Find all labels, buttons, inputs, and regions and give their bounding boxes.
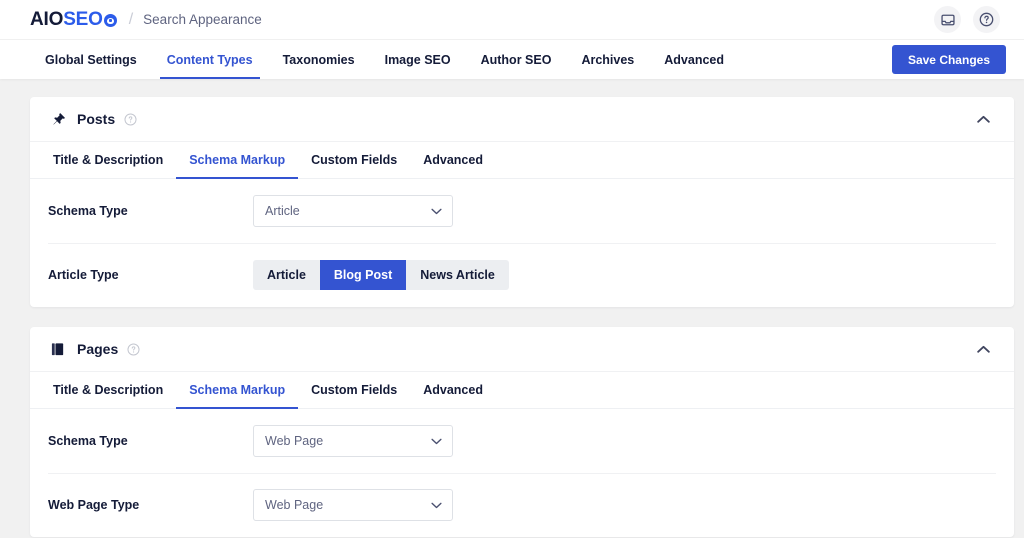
- pages-card-title: Pages: [77, 341, 118, 357]
- pages-web-page-type-control: Web Page: [253, 489, 996, 521]
- posts-help-icon[interactable]: [124, 113, 137, 126]
- posts-card-header: Posts: [30, 97, 1014, 142]
- nav-tab-label: Content Types: [167, 53, 253, 67]
- logo-text-aio: AIO: [30, 9, 63, 31]
- inner-tab-label: Schema Markup: [189, 383, 285, 397]
- logo-text-seo: SEO: [63, 9, 103, 31]
- breadcrumb-separator: /: [129, 11, 133, 29]
- nav-tab-label: Global Settings: [45, 53, 137, 67]
- inner-tab-label: Title & Description: [53, 383, 163, 397]
- pages-schema-type-row: Schema Type Web Page: [30, 409, 1014, 473]
- segment-label: Article: [267, 268, 306, 282]
- app-logo[interactable]: AIOSEO: [30, 9, 117, 31]
- posts-schema-type-control: Article: [253, 195, 996, 227]
- breadcrumb-title: Search Appearance: [143, 12, 262, 27]
- nav-tab-content-types[interactable]: Content Types: [152, 40, 268, 79]
- pages-card-header: Pages: [30, 327, 1014, 372]
- notifications-icon-button[interactable]: [934, 6, 961, 33]
- pages-card: Pages Title & Description Schema Markup …: [30, 327, 1014, 537]
- posts-schema-type-label: Schema Type: [48, 204, 253, 218]
- article-type-option-news-article[interactable]: News Article: [406, 260, 509, 290]
- inner-tab-label: Custom Fields: [311, 383, 397, 397]
- posts-article-type-label: Article Type: [48, 268, 253, 282]
- nav-tab-archives[interactable]: Archives: [566, 40, 649, 79]
- primary-navigation: Global Settings Content Types Taxonomies…: [0, 40, 1024, 79]
- nav-tab-list: Global Settings Content Types Taxonomies…: [30, 40, 739, 79]
- nav-tab-label: Image SEO: [385, 53, 451, 67]
- question-mark-icon: [979, 12, 994, 27]
- pages-web-page-type-value: Web Page: [265, 498, 431, 512]
- nav-tab-label: Advanced: [664, 53, 724, 67]
- posts-card-title: Posts: [77, 111, 115, 127]
- pin-icon: [48, 112, 68, 127]
- pages-tab-schema-markup[interactable]: Schema Markup: [176, 372, 298, 408]
- posts-schema-type-value: Article: [265, 204, 431, 218]
- pages-inner-tabs: Title & Description Schema Markup Custom…: [30, 372, 1014, 409]
- nav-tab-taxonomies[interactable]: Taxonomies: [268, 40, 370, 79]
- pages-tab-title-description[interactable]: Title & Description: [40, 372, 176, 408]
- posts-article-type-control: Article Blog Post News Article: [253, 260, 996, 290]
- save-changes-button[interactable]: Save Changes: [892, 45, 1006, 74]
- segment-label: Blog Post: [334, 268, 392, 282]
- posts-card: Posts Title & Description Schema Markup …: [30, 97, 1014, 307]
- posts-schema-type-row: Schema Type Article: [30, 179, 1014, 243]
- logo-globe-icon: [104, 14, 117, 27]
- nav-tab-label: Taxonomies: [283, 53, 355, 67]
- chevron-down-icon: [431, 496, 442, 514]
- pages-web-page-type-label: Web Page Type: [48, 498, 253, 512]
- pages-schema-type-select[interactable]: Web Page: [253, 425, 453, 457]
- chevron-down-icon: [431, 432, 442, 450]
- pages-tab-advanced[interactable]: Advanced: [410, 372, 496, 408]
- pages-help-icon[interactable]: [127, 343, 140, 356]
- inner-tab-label: Advanced: [423, 153, 483, 167]
- pages-collapse-chevron-up-icon[interactable]: [971, 339, 996, 360]
- nav-tab-image-seo[interactable]: Image SEO: [370, 40, 466, 79]
- segment-label: News Article: [420, 268, 495, 282]
- posts-schema-type-select[interactable]: Article: [253, 195, 453, 227]
- posts-tab-title-description[interactable]: Title & Description: [40, 142, 176, 178]
- inner-tab-label: Title & Description: [53, 153, 163, 167]
- posts-tab-advanced[interactable]: Advanced: [410, 142, 496, 178]
- posts-inner-tabs: Title & Description Schema Markup Custom…: [30, 142, 1014, 179]
- nav-tab-label: Author SEO: [481, 53, 552, 67]
- pages-icon: [48, 342, 68, 357]
- content-area: Posts Title & Description Schema Markup …: [0, 79, 1024, 537]
- posts-tab-schema-markup[interactable]: Schema Markup: [176, 142, 298, 178]
- chevron-down-icon: [431, 202, 442, 220]
- pages-schema-type-label: Schema Type: [48, 434, 253, 448]
- pages-web-page-type-select[interactable]: Web Page: [253, 489, 453, 521]
- inner-tab-label: Schema Markup: [189, 153, 285, 167]
- notifications-icon: [941, 13, 955, 27]
- nav-tab-author-seo[interactable]: Author SEO: [466, 40, 567, 79]
- inner-tab-label: Advanced: [423, 383, 483, 397]
- posts-tab-custom-fields[interactable]: Custom Fields: [298, 142, 410, 178]
- posts-article-type-row: Article Type Article Blog Post News Arti…: [30, 243, 1014, 307]
- pages-schema-type-value: Web Page: [265, 434, 431, 448]
- article-type-option-blog-post[interactable]: Blog Post: [320, 260, 406, 290]
- pages-tab-custom-fields[interactable]: Custom Fields: [298, 372, 410, 408]
- pages-schema-type-control: Web Page: [253, 425, 996, 457]
- topbar: AIOSEO / Search Appearance: [0, 0, 1024, 40]
- nav-tab-label: Archives: [581, 53, 634, 67]
- posts-collapse-chevron-up-icon[interactable]: [971, 109, 996, 130]
- article-type-option-article[interactable]: Article: [253, 260, 320, 290]
- nav-tab-global-settings[interactable]: Global Settings: [30, 40, 152, 79]
- article-type-segmented-control: Article Blog Post News Article: [253, 260, 509, 290]
- nav-tab-advanced[interactable]: Advanced: [649, 40, 739, 79]
- pages-web-page-type-row: Web Page Type Web Page: [30, 473, 1014, 537]
- inner-tab-label: Custom Fields: [311, 153, 397, 167]
- help-icon-button[interactable]: [973, 6, 1000, 33]
